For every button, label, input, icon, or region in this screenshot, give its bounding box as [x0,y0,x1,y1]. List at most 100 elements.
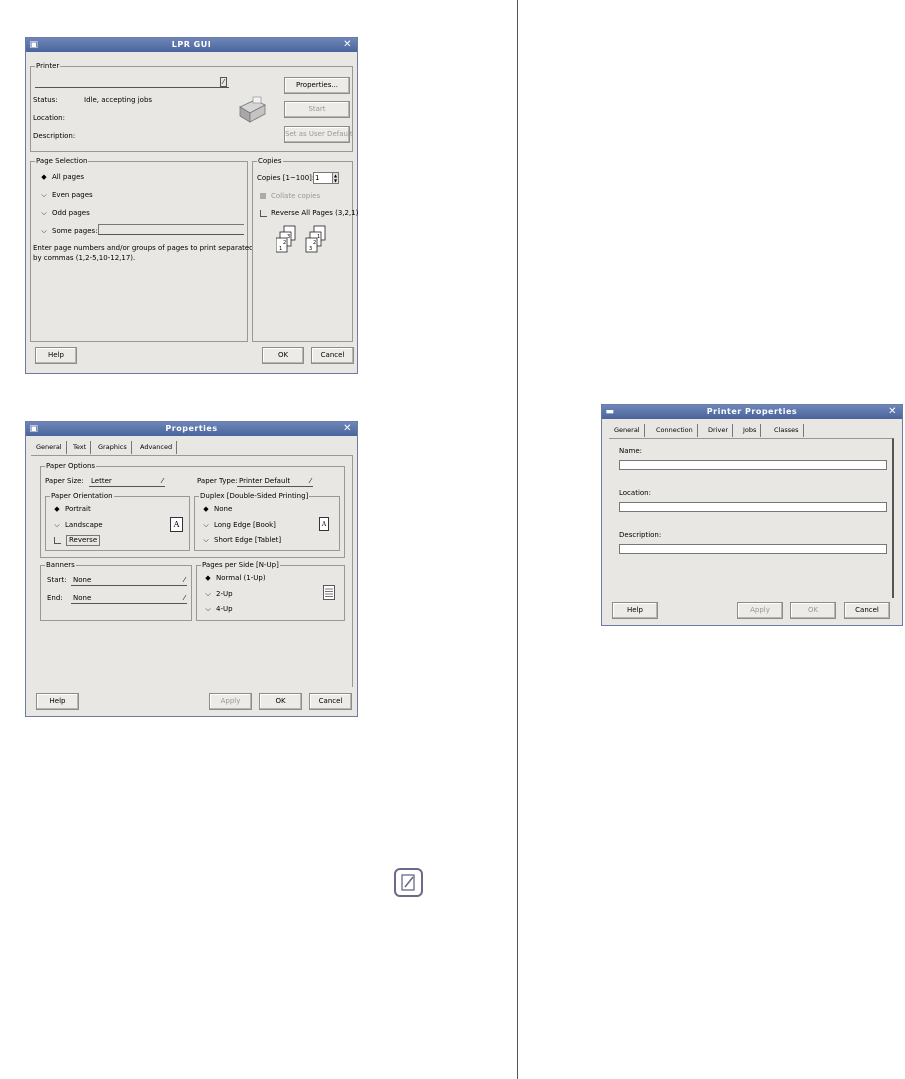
page-selection-label: Page Selection [35,157,89,166]
radio-landscape[interactable]: ⌵ Landscape [52,521,102,530]
lpr-help-button[interactable]: Help [35,347,77,364]
collate-checkbox[interactable] [260,193,266,199]
radio-icon: ⌵ [205,590,211,598]
radio-selected-icon: ◆ [41,173,47,181]
close-icon[interactable]: ✕ [343,38,352,52]
radio-icon: ⌵ [41,191,47,199]
radio-even-pages[interactable]: ⌵ Even pages [39,191,92,200]
paper-type-select[interactable]: Printer Default ⁄ [237,477,313,487]
close-icon[interactable]: ✕ [343,422,352,436]
spin-arrows-icon[interactable]: ▲ ▼ [332,172,339,184]
pp-titlebar: ▬ Printer Properties ✕ [602,405,902,419]
duplex-label: Duplex [Double-Sided Printing] [199,492,310,501]
pencil-icon [401,874,415,891]
pp-cancel-button[interactable]: Cancel [844,602,890,619]
reverse-orientation-label: Reverse [66,535,101,546]
chevron-down-icon: ⁄ [309,477,311,485]
svg-text:3: 3 [287,234,290,240]
set-default-button[interactable]: Set as User Default [284,126,353,143]
status-label: Status: [33,96,58,104]
pp-description-label: Description: [619,531,662,539]
svg-text:3: 3 [309,246,312,252]
copies-group: Copies Copies [1~100]: 1 ▲ ▼ Collate copie… [252,157,358,342]
svg-text:1: 1 [279,246,282,252]
tab-driver[interactable]: Driver [704,424,734,437]
paper-options-label: Paper Options [45,462,97,471]
pp-ok-button[interactable]: OK [790,602,836,619]
radio-portrait[interactable]: ◆ Portrait [52,505,90,514]
banner-start-label: Start: [47,576,67,584]
orientation-page-icon: A [170,517,183,532]
lpr-ok-button[interactable]: OK [262,347,304,364]
pp-description-field[interactable] [619,544,887,554]
duplex-page-icon: A [319,517,329,531]
tab-advanced[interactable]: Advanced [136,441,178,454]
props-help-button[interactable]: Help [36,693,79,710]
tab-classes[interactable]: Classes [770,424,804,437]
svg-text:2: 2 [283,240,286,246]
radio-short-edge[interactable]: ⌵ Short Edge [Tablet] [201,536,281,545]
printer-select[interactable]: ⁄ [35,77,229,88]
copies-label: Copies [1~100]: [257,174,315,182]
tab-jobs[interactable]: Jobs [739,424,762,437]
properties-window: ▣ Properties ✕ General Text Graphics Adv… [25,421,358,717]
nup-icon [323,585,335,600]
radio-4up[interactable]: ⌵ 4-Up [203,605,232,614]
tab-general[interactable]: General [610,424,645,437]
start-button[interactable]: Start [284,101,350,118]
app-icon: ▬ [605,407,615,417]
pp-location-field[interactable] [619,502,887,512]
note-icon [394,868,423,897]
description-label: Description: [33,132,76,140]
banners-label: Banners [45,561,76,570]
copies-spinner[interactable]: 1 ▲ ▼ [313,172,339,184]
chevron-down-icon: ⁄ [161,477,163,485]
pp-help-button[interactable]: Help [612,602,658,619]
radio-icon: ⌵ [203,536,209,544]
collate-pages-icon: 1 2 3 3 2 1 [276,225,326,253]
props-apply-button[interactable]: Apply [209,693,252,710]
radio-long-edge[interactable]: ⌵ Long Edge [Book] [201,521,276,530]
lpr-gui-window: ▣ LPR GUI ✕ Printer ⁄ Status: Idle, acce… [25,37,358,374]
copies-value: 1 [315,174,320,182]
banners-group: Banners Start: None ⁄ End: None ⁄ [40,561,192,621]
radio-all-pages[interactable]: ◆ All pages [39,173,84,182]
reverse-checkbox[interactable] [260,210,267,217]
printer-group: Printer ⁄ Status: Idle, accepting jobs L… [30,62,353,152]
status-value: Idle, accepting jobs [84,96,153,104]
nup-label: Pages per Side [N-Up] [201,561,280,570]
paper-size-select[interactable]: Letter ⁄ [89,477,165,487]
tab-connection[interactable]: Connection [652,424,698,437]
lpr-cancel-button[interactable]: Cancel [311,347,354,364]
reverse-label: Reverse All Pages (3,2,1) [271,209,359,217]
page-selection-group: Page Selection ◆ All pages ⌵ Even pages ⌵ O… [30,157,254,342]
props-ok-button[interactable]: OK [259,693,302,710]
tab-text[interactable]: Text [69,441,92,454]
reverse-orientation-checkbox[interactable] [54,537,61,544]
some-pages-input[interactable] [98,224,244,235]
close-icon[interactable]: ✕ [888,405,897,419]
banner-end-select[interactable]: None ⁄ [71,594,187,604]
banner-start-select[interactable]: None ⁄ [71,576,187,586]
banner-end-label: End: [47,594,63,602]
tab-graphics[interactable]: Graphics [94,441,132,454]
radio-normal-1up[interactable]: ◆ Normal (1-Up) [203,574,265,583]
duplex-group: Duplex [Double-Sided Printing] ◆ None ⌵ Lo… [194,492,340,551]
radio-duplex-none[interactable]: ◆ None [201,505,232,514]
radio-odd-pages[interactable]: ⌵ Odd pages [39,209,89,218]
radio-2up[interactable]: ⌵ 2-Up [203,590,232,599]
pp-apply-button[interactable]: Apply [737,602,783,619]
properties-button[interactable]: Properties... [284,77,350,94]
radio-icon: ⌵ [41,209,47,217]
location-label: Location: [33,114,65,122]
props-cancel-button[interactable]: Cancel [309,693,352,710]
pp-name-field[interactable] [619,460,887,470]
pp-location-label: Location: [619,489,651,497]
chevron-down-icon: ⁄ [220,77,227,87]
radio-some-pages[interactable]: ⌵ Some pages: [39,227,97,236]
tab-general[interactable]: General [32,441,67,454]
paper-orientation-group: Paper Orientation ◆ Portrait ⌵ Landscape R… [45,492,190,551]
properties-tabs: General Text Graphics Advanced [32,441,212,454]
lpr-titlebar: ▣ LPR GUI ✕ [26,38,357,52]
printer-group-label: Printer [35,62,61,71]
